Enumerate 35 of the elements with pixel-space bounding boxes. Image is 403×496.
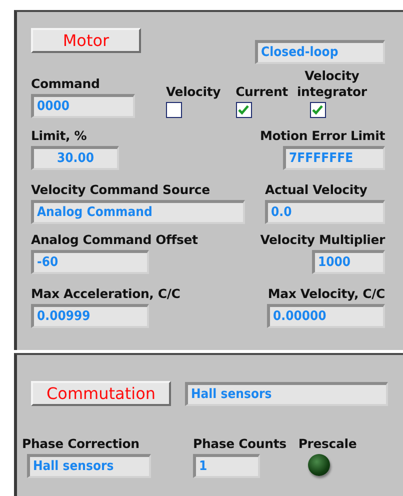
value-field[interactable]: 1 xyxy=(193,454,260,478)
checkbox-label: Velocity integrator xyxy=(296,68,368,100)
field-label: Max Velocity, C/C xyxy=(268,286,385,302)
section-button[interactable]: Commutation xyxy=(31,381,171,406)
value-field[interactable]: 0000 xyxy=(31,94,135,118)
value-field[interactable]: 30.00 xyxy=(31,146,119,170)
mode-display[interactable]: Hall sensors xyxy=(185,382,388,406)
field-label: Phase Counts xyxy=(193,436,286,452)
check-icon xyxy=(312,105,324,115)
value-field[interactable]: 0.00999 xyxy=(31,304,149,328)
checkbox[interactable] xyxy=(310,102,326,118)
checkbox[interactable] xyxy=(236,102,252,118)
field-label: Command xyxy=(31,76,100,92)
value-field[interactable]: 1000 xyxy=(312,250,385,274)
checkbox-label: Velocity xyxy=(166,84,221,100)
field-label: Limit, % xyxy=(31,128,87,144)
checkbox-label: Current xyxy=(236,84,288,100)
field-label: Max Acceleration, C/C xyxy=(31,286,180,302)
field-label: Phase Correction xyxy=(22,436,140,452)
value-field[interactable]: 7FFFFFFE xyxy=(283,146,385,170)
check-icon xyxy=(238,105,250,115)
field-label: Analog Command Offset xyxy=(31,232,198,248)
field-label: Velocity Multiplier xyxy=(260,232,385,248)
field-label: Prescale xyxy=(298,436,357,452)
mode-display[interactable]: Closed-loop xyxy=(255,40,385,64)
value-field[interactable]: Hall sensors xyxy=(27,454,151,478)
field-label: Velocity Command Source xyxy=(31,182,210,198)
checkbox[interactable] xyxy=(166,102,182,118)
value-field[interactable]: Analog Command xyxy=(31,200,245,224)
value-field[interactable]: 0.0 xyxy=(265,200,385,224)
section-button[interactable]: Motor xyxy=(31,28,141,53)
field-label: Actual Velocity xyxy=(265,182,368,198)
value-field[interactable]: 0.00000 xyxy=(267,304,385,328)
value-field[interactable]: -60 xyxy=(31,250,149,274)
field-label: Motion Error Limit xyxy=(260,128,385,144)
